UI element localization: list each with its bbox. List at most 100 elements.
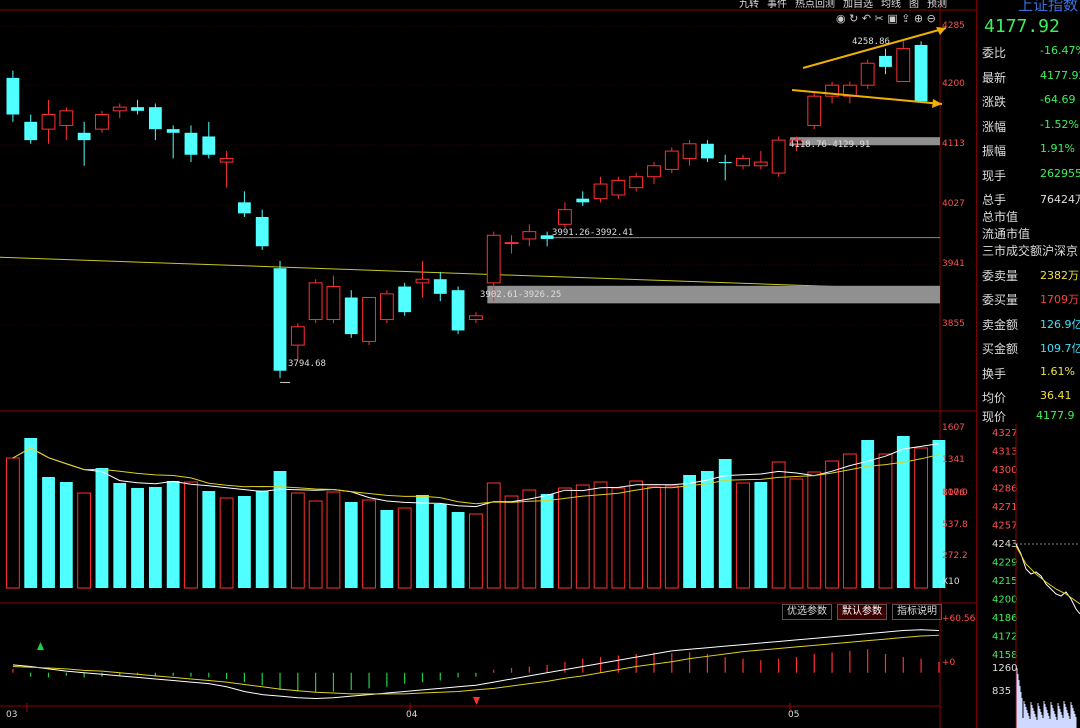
eye-icon[interactable]: ◉ — [836, 12, 846, 25]
candle-body — [576, 198, 590, 203]
quote-row-value: 36.41 — [1040, 389, 1072, 402]
tab-default-params[interactable]: 默认参数 — [837, 604, 887, 620]
buy-signal-marker — [37, 642, 44, 650]
upload-icon[interactable]: ⇪ — [901, 12, 910, 25]
toolbar-jiuzhuan[interactable]: 九转 — [738, 0, 760, 10]
candle-body — [166, 129, 180, 133]
intraday-tick: 4172 — [992, 632, 1017, 643]
scissor-icon[interactable]: ✂ — [875, 12, 884, 25]
candle-body — [362, 297, 376, 342]
intraday-tick: 4200 — [992, 595, 1017, 606]
volume-bar — [468, 513, 483, 589]
toolbar-event[interactable]: 事件 — [766, 0, 788, 10]
candle-body — [202, 136, 216, 155]
volume-bar — [664, 485, 679, 589]
index-price: 4177.92 — [984, 16, 1060, 37]
undo-icon[interactable]: ↶ — [862, 12, 871, 25]
intraday-tick: 4215 — [992, 576, 1017, 587]
volume-bar — [380, 510, 394, 588]
toolbar-forecast[interactable]: 预测 — [926, 0, 948, 10]
x-tick-03: 03 — [6, 710, 18, 720]
candle-body — [914, 44, 928, 102]
candle-body — [95, 113, 109, 130]
toolbar-ma[interactable]: 均线 — [880, 0, 902, 10]
volume-bar — [504, 495, 519, 589]
sell-signal-marker — [473, 697, 480, 705]
candle-body — [308, 282, 323, 320]
candle-body — [326, 286, 341, 320]
toolbar-add-favorite[interactable]: 加自选 — [842, 0, 874, 10]
volume-bar — [736, 482, 750, 589]
volume-bar — [789, 478, 804, 589]
tab-indicator-explain[interactable]: 指标说明 — [892, 604, 942, 620]
candle-body — [219, 157, 234, 163]
quote-row-value: 2629555 — [1040, 166, 1080, 180]
candle-body — [558, 209, 572, 225]
lock-icon[interactable]: ▣ — [887, 12, 897, 25]
zoom-out-icon[interactable]: ⊖ — [927, 12, 936, 25]
volume-bar — [290, 492, 305, 589]
index-title: 上证指数 — [1018, 0, 1079, 14]
quote-row-label: 换手 — [982, 366, 1007, 381]
quote-row-value: -1.52% — [1040, 117, 1079, 131]
tab-optimize-params[interactable]: 优选参数 — [782, 604, 832, 620]
volume-bar — [131, 488, 144, 588]
candle-body — [700, 143, 714, 159]
quote-row-label: 现手 — [982, 168, 1007, 183]
intraday-vol-tick: 835 — [992, 686, 1011, 697]
price-tick-3941: 3941 — [942, 259, 965, 269]
quote-row-value: 1.61% — [1040, 364, 1075, 378]
x-tick-04: 04 — [406, 710, 418, 720]
volume-bar — [611, 487, 626, 589]
candle-body — [504, 242, 519, 245]
volume-bar — [166, 481, 180, 588]
toolbar-chart[interactable]: 图 — [908, 0, 920, 10]
quote-row-label: 最新 — [982, 70, 1007, 85]
quote-row: 振幅 1.91% — [982, 142, 1080, 164]
candle-body — [255, 216, 269, 247]
volume-bar — [202, 491, 216, 588]
volume-bar — [522, 489, 537, 589]
annotation-high: 4258.86 — [852, 37, 890, 47]
quote-row: 涨跌 -64.69 — [982, 93, 1080, 115]
candle-body — [611, 179, 626, 196]
intraday-tick: 4186 — [992, 613, 1017, 624]
quote-row-label: 均价 — [982, 391, 1007, 405]
volume-bar — [629, 480, 644, 589]
candle-body — [664, 150, 679, 170]
macd-dif-line — [12, 629, 939, 700]
candle-body — [41, 113, 56, 130]
candle-body — [522, 231, 537, 240]
vol-tick-4: 537.8 — [942, 520, 968, 530]
volume-bar — [184, 481, 198, 589]
candle-body — [879, 55, 892, 67]
volume-bar — [255, 490, 269, 588]
quote-row-label: 振幅 — [982, 144, 1007, 158]
volume-bar — [362, 499, 376, 589]
candle-body — [860, 62, 875, 86]
candle-body — [629, 176, 644, 189]
candle-body — [184, 132, 198, 155]
candle-body — [593, 183, 608, 200]
price-tick-3855: 3855 — [942, 319, 965, 329]
quote-row-label: 涨幅 — [982, 119, 1007, 134]
rotate-icon[interactable]: ↻ — [849, 12, 858, 25]
intraday-chart[interactable]: 4327 4313 4300 4286 4271 4257 4243 4229 4215 4200… — [976, 424, 1080, 728]
candle-body — [468, 315, 483, 320]
quote-row-value: -16.47% — [1040, 44, 1080, 57]
candle-body — [344, 297, 358, 335]
volume-bar — [486, 482, 501, 589]
zoom-in-icon[interactable]: ⊕ — [914, 12, 923, 25]
candle-body — [433, 279, 447, 294]
price-tick-4113: 4113 — [942, 139, 965, 149]
toolbar-hot-backtest[interactable]: 热点回测 — [794, 0, 836, 10]
quote-row: 卖金额 126.9亿 — [982, 316, 1080, 338]
quote-row-value: 76424万 — [1040, 193, 1080, 206]
candle-body — [451, 290, 465, 331]
intraday-tick: 4271 — [992, 502, 1017, 513]
volume-bar — [896, 436, 910, 588]
quote-row-value: 1709万 — [1040, 293, 1079, 306]
annotation-gap3: 3902.61-3926.25 — [480, 290, 562, 300]
price-tick-4285: 4285 — [942, 21, 965, 31]
volume-bar — [718, 459, 732, 588]
